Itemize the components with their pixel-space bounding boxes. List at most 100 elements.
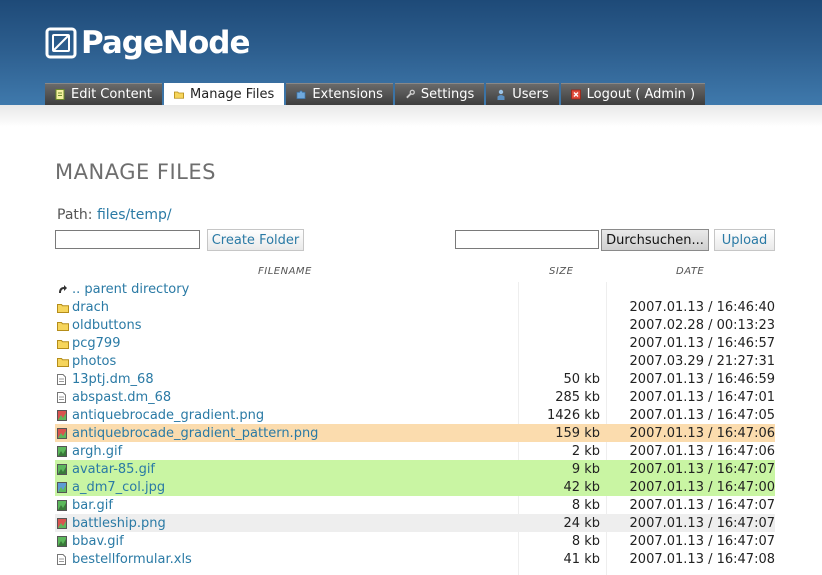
path-value[interactable]: files/temp/ [97,207,172,223]
image-green-icon [57,464,67,475]
tab-users[interactable]: Users [486,83,559,105]
parent-dir-icon [57,284,67,295]
folder-icon [174,91,185,99]
tab-logout[interactable]: Logout ( Admin ) [560,83,706,105]
file-name-link[interactable]: oldbuttons [72,318,141,333]
file-date: 2007.01.13 / 16:46:59 [629,371,775,387]
tab-label: Logout ( Admin ) [586,87,696,102]
table-row[interactable]: bar.gif 8 kb 2007.01.13 / 16:47:07 [55,496,775,514]
table-row[interactable]: abspast.dm_68 285 kb 2007.01.13 / 16:47:01 [55,388,775,406]
image-red-icon [57,518,67,529]
table-row[interactable]: oldbuttons 2007.02.28 / 00:13:23 [55,316,775,334]
file-name-link[interactable]: drach [72,300,109,315]
wrench-icon [406,89,415,99]
file-size: 1426 kb [547,407,600,423]
file-size: 159 kb [555,425,600,441]
file-size: 50 kb [563,371,600,387]
table-row[interactable]: 13ptj.dm_68 50 kb 2007.01.13 / 16:46:59 [55,370,775,388]
file-name-link[interactable]: 13ptj.dm_68 [72,372,154,387]
file-name-link[interactable]: antiquebrocade_gradient_pattern.png [72,426,318,441]
file-size: 8 kb [571,533,600,549]
file-icon [57,554,67,565]
file-date: 2007.01.13 / 16:47:07 [629,497,775,513]
table-row[interactable]: a_dm7_col.jpg 42 kb 2007.01.13 / 16:47:00 [55,478,775,496]
file-date: 2007.01.13 / 16:47:00 [629,479,775,495]
tab-label: Manage Files [190,86,275,102]
logout-icon [570,89,581,100]
parent-directory-row[interactable]: .. parent directory [55,280,775,298]
table-row[interactable]: photos 2007.03.29 / 21:27:31 [55,352,775,370]
upload-file-input[interactable] [455,230,599,249]
table-row[interactable]: avatar-85.gif 9 kb 2007.01.13 / 16:47:07 [55,460,775,478]
file-name-link[interactable]: a_dm7_col.jpg [72,480,165,495]
pagenode-logo-icon [45,27,77,59]
file-date: 2007.01.13 / 16:47:07 [629,533,775,549]
column-header-date[interactable]: DATE [676,266,704,277]
page-icon [55,89,65,100]
table-row[interactable]: antiquebrocade_gradient_pattern.png 159 k… [55,424,775,442]
file-size: 2 kb [571,443,600,459]
tab-edit-content[interactable]: Edit Content [45,83,163,105]
file-name-link[interactable]: abspast.dm_68 [72,390,171,405]
table-row[interactable]: bestellformular.xls 41 kb 2007.01.13 / 16:… [55,550,775,568]
folder-icon [57,320,69,331]
table-row[interactable]: argh.gif 2 kb 2007.01.13 / 16:47:06 [55,442,775,460]
tab-settings[interactable]: Settings [394,83,485,105]
file-size: 285 kb [555,389,600,405]
puzzle-icon [296,90,306,99]
file-size: 9 kb [571,461,600,477]
file-name-link[interactable]: bbav.gif [72,534,124,549]
folder-icon [57,338,69,349]
image-red-icon [57,410,67,421]
file-name-link[interactable]: battleship.png [72,516,166,531]
create-folder-button[interactable]: Create Folder [207,229,304,251]
file-date: 2007.03.29 / 21:27:31 [629,353,775,369]
file-date: 2007.01.13 / 16:47:08 [629,551,775,567]
file-size: 24 kb [563,515,600,531]
tab-label: Edit Content [71,87,153,102]
file-icon [57,374,67,385]
image-blue-icon [57,482,67,493]
file-name-link[interactable]: photos [72,354,116,369]
table-row[interactable]: bbav.gif 8 kb 2007.01.13 / 16:47:07 [55,532,775,550]
file-date: 2007.01.13 / 16:46:40 [629,299,775,315]
file-size: 8 kb [571,497,600,513]
file-date: 2007.01.13 / 16:47:01 [629,389,775,405]
table-row[interactable]: battleship.png 24 kb 2007.01.13 / 16:47:07 [55,514,775,532]
file-name-link[interactable]: .. parent directory [72,282,189,297]
path-display: Path: files/temp/ [57,207,172,223]
column-header-size[interactable]: SIZE [549,266,573,277]
table-row[interactable]: drach 2007.01.13 / 16:46:40 [55,298,775,316]
file-date: 2007.01.13 / 16:47:07 [629,461,775,477]
user-icon [497,89,505,100]
file-name-link[interactable]: bar.gif [72,498,113,513]
file-name-link[interactable]: argh.gif [72,444,122,459]
file-size: 41 kb [563,551,600,567]
app-logo[interactable]: PageNode [45,25,250,61]
folder-icon [57,302,69,313]
image-red-icon [57,428,67,439]
upload-button[interactable]: Upload [714,229,775,251]
file-name-link[interactable]: avatar-85.gif [72,462,155,477]
header-bar: PageNode Edit Content Manage Files Exten… [0,0,822,127]
file-date: 2007.01.13 / 16:47:06 [629,425,775,441]
page-title: MANAGE FILES [55,160,216,184]
tab-label: Settings [420,87,475,102]
image-green-icon [57,446,67,457]
tab-label: Users [512,87,549,102]
browse-button[interactable]: Durchsuchen... [601,229,709,251]
table-row[interactable]: antiquebrocade_gradient.png 1426 kb 2007.0… [55,406,775,424]
file-name-link[interactable]: bestellformular.xls [72,552,192,567]
file-icon [57,392,67,403]
new-folder-input[interactable] [55,230,200,249]
file-date: 2007.01.13 / 16:47:05 [629,407,775,423]
table-row[interactable]: pcg799 2007.01.13 / 16:46:57 [55,334,775,352]
file-name-link[interactable]: pcg799 [72,336,120,351]
file-name-link[interactable]: antiquebrocade_gradient.png [72,408,264,423]
main-nav-tabs: Edit Content Manage Files Extensions Set… [45,83,707,127]
file-size: 42 kb [563,479,600,495]
column-header-filename[interactable]: FILENAME [258,266,312,277]
file-date: 2007.01.13 / 16:47:06 [629,443,775,459]
tab-extensions[interactable]: Extensions [286,83,393,105]
header-shadow [0,105,822,127]
